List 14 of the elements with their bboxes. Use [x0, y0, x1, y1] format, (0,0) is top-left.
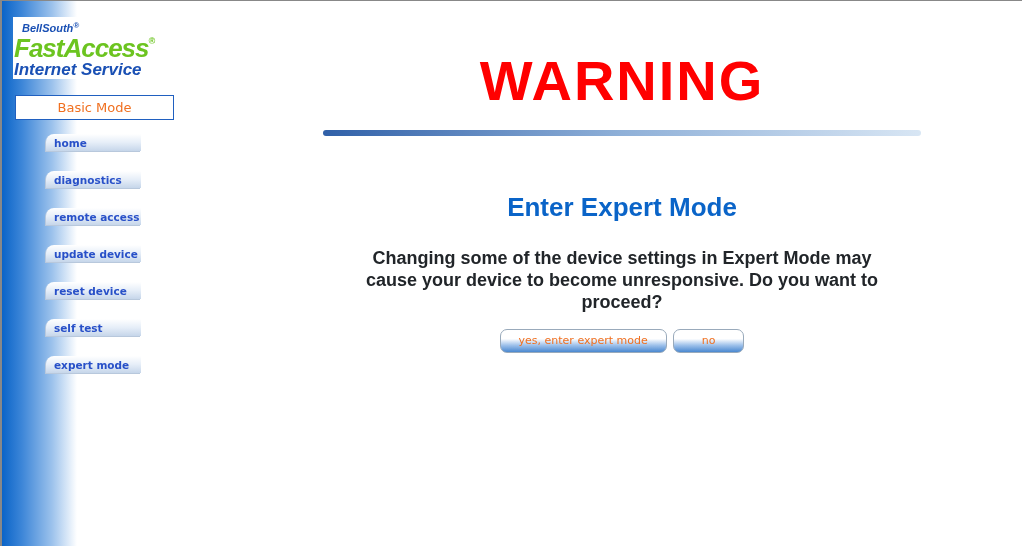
nav-button[interactable]: diagnostics	[46, 171, 141, 188]
nav-button[interactable]: expert mode	[46, 356, 141, 373]
logo-product: FastAccess$^{®}$	[14, 35, 155, 61]
logo-service: Internet Service	[14, 61, 142, 78]
logo-company: BellSouth$^{®}$	[21, 23, 80, 34]
nav-button[interactable]: home	[46, 134, 141, 151]
nav-button[interactable]: reset device	[46, 282, 141, 299]
nav-button[interactable]: remote access	[46, 208, 141, 225]
warning-title: WARNING	[479, 53, 765, 109]
nav-button[interactable]: update device	[46, 245, 141, 262]
dialog-subtitle: Enter Expert Mode	[507, 191, 737, 224]
mode-label: Basic Mode	[15, 95, 174, 120]
nav-button[interactable]: self test	[46, 319, 141, 336]
warning-message: Changing some of the device settings in Expert Mode may cause your device to become unresponsive. Do you want to proceed?	[364, 247, 880, 313]
